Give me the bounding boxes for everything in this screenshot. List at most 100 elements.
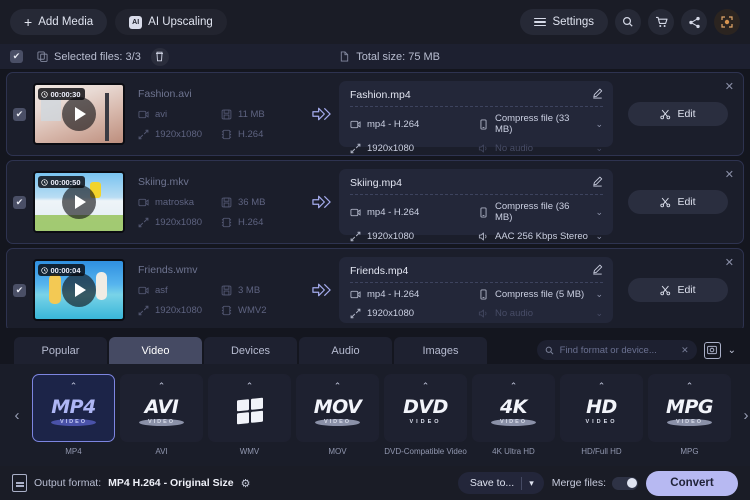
chevron-up-icon[interactable]: ⌃ [422,381,430,392]
format-logo-text: DVD [403,396,448,418]
video-thumbnail[interactable]: 00:00:04 [33,259,125,321]
add-media-button[interactable]: + Add Media [10,9,108,35]
format-card-mp4[interactable]: ⌃ MP4 VIDEO [32,374,115,442]
convert-button[interactable]: Convert [646,470,738,496]
search-input[interactable]: Find format or device... ✕ [536,340,697,360]
source-container: matroska [138,197,221,208]
edit-button[interactable]: Edit [628,278,728,302]
expand-icon[interactable] [714,9,740,35]
table-row[interactable]: ✔ 00:00:04 Friends.wmv asf 3 MB 1920x108… [6,248,744,328]
format-logo-sub: VIDEO [314,418,361,426]
output-audio-select[interactable]: No audio ⌄ [478,143,603,154]
save-icon [221,285,232,296]
cart-icon[interactable] [648,9,674,35]
format-card-4k-ultra-hd[interactable]: ⌃ 4K VIDEO [472,374,555,442]
chevron-down-icon[interactable]: ⌄ [595,119,603,130]
tab-popular[interactable]: Popular [14,337,107,364]
gear-icon[interactable]: ⚙ [241,477,251,490]
rename-icon[interactable] [592,264,603,278]
chevron-up-icon[interactable]: ⌃ [598,381,606,392]
output-card: Friends.mp4 mp4 - H.264 Compress file (5… [339,257,613,323]
select-all-checkbox[interactable]: ✔ [10,50,23,63]
resolution-icon [350,231,361,242]
tab-images[interactable]: Images [394,337,487,364]
chevron-down-icon[interactable]: ⌄ [595,231,603,242]
share-icon[interactable] [681,9,707,35]
carousel-prev-button[interactable]: ‹ [4,407,30,424]
resolution-icon [138,217,149,228]
settings-button[interactable]: Settings [520,9,608,35]
table-row[interactable]: ✔ 00:00:30 Fashion.avi avi 11 MB 1920x10… [6,72,744,156]
merge-files-group[interactable]: Merge files: [552,476,638,490]
row-checkbox[interactable]: ✔ [13,195,26,209]
output-compress-select[interactable]: Compress file (33 MB) ⌄ [478,113,603,135]
save-to-button[interactable]: Save to... ▾ [457,472,544,494]
format-card-hd-full-hd[interactable]: ⌃ HD VIDEO [560,374,643,442]
source-codec: WMV2 [221,305,303,316]
selected-files-bar: ✔ Selected files: 3/3 Total size: 75 MB [0,44,750,70]
row-checkbox[interactable]: ✔ [13,107,26,121]
rename-icon[interactable] [592,176,603,190]
clear-search-icon[interactable]: ✕ [681,345,689,356]
settings-label: Settings [552,16,594,28]
carousel-next-button[interactable]: › [733,407,750,424]
format-card-mpg[interactable]: ⌃ MPG VIDEO [648,374,731,442]
output-audio-select[interactable]: AAC 256 Kbps Stereo ⌄ [478,231,603,242]
chevron-down-icon[interactable]: ⌄ [728,345,736,356]
merge-files-toggle[interactable] [612,476,638,490]
file-list: ✔ 00:00:30 Fashion.avi avi 11 MB 1920x10… [0,70,750,328]
duration-badge: 00:00:50 [38,176,85,188]
output-compress-select[interactable]: Compress file (5 MB) ⌄ [478,289,603,300]
delete-selected-button[interactable] [150,47,169,66]
chevron-down-icon[interactable]: ⌄ [595,143,603,154]
scissors-icon [660,197,671,207]
play-icon[interactable] [62,97,96,131]
output-audio-select[interactable]: No audio ⌄ [478,308,603,319]
edit-button[interactable]: Edit [628,102,728,126]
clock-icon [41,178,48,186]
ai-upscaling-button[interactable]: AI AI Upscaling [115,9,227,35]
play-icon[interactable] [62,185,96,219]
output-format-group[interactable]: Output format: MP4 H.264 - Original Size… [12,474,250,492]
tab-devices[interactable]: Devices [204,337,297,364]
chevron-up-icon[interactable]: ⌃ [70,381,78,392]
video-thumbnail[interactable]: 00:00:30 [33,83,125,145]
table-row[interactable]: ✔ 00:00:50 Skiing.mkv matroska 36 MB 192… [6,160,744,244]
format-card-mov[interactable]: ⌃ MOV VIDEO [296,374,379,442]
edit-button[interactable]: Edit [628,190,728,214]
chevron-up-icon[interactable]: ⌃ [246,381,254,392]
format-card-wmv[interactable]: ⌃ [208,374,291,442]
row-checkbox[interactable]: ✔ [13,283,26,297]
remove-file-icon[interactable]: ✕ [725,256,734,269]
chevron-up-icon[interactable]: ⌃ [158,381,166,392]
format-card-label: MPG [680,447,699,456]
output-compress-select[interactable]: Compress file (36 MB) ⌄ [478,201,603,223]
rename-icon[interactable] [592,88,603,102]
clock-icon [41,90,48,98]
tab-video[interactable]: Video [109,337,202,364]
output-card: Fashion.mp4 mp4 - H.264 Compress file (3… [339,81,613,154]
resolution-icon [350,143,361,154]
source-size: 3 MB [221,285,303,296]
browse-formats-icon[interactable] [703,341,721,359]
tab-audio[interactable]: Audio [299,337,392,364]
save-to-chevron-down-icon[interactable]: ▾ [529,478,540,489]
remove-file-icon[interactable]: ✕ [725,168,734,181]
remove-file-icon[interactable]: ✕ [725,80,734,93]
chevron-up-icon[interactable]: ⌃ [510,381,518,392]
play-icon[interactable] [62,273,96,307]
format-logo-text: AVI [144,395,179,418]
ai-icon: AI [129,15,143,29]
search-icon[interactable] [615,9,641,35]
format-card-dvd-compatible-video[interactable]: ⌃ DVD VIDEO [384,374,467,442]
source-meta-grid: avi 11 MB 1920x1080 H.264 [138,109,303,140]
chevron-down-icon[interactable]: ⌄ [595,207,603,218]
chevron-up-icon[interactable]: ⌃ [686,381,694,392]
chevron-down-icon[interactable]: ⌄ [595,308,603,319]
output-name-row: Friends.mp4 [350,264,603,283]
conversion-arrow [303,282,339,298]
video-thumbnail[interactable]: 00:00:50 [33,171,125,233]
chevron-up-icon[interactable]: ⌃ [334,381,342,392]
format-card-avi[interactable]: ⌃ AVI VIDEO [120,374,203,442]
chevron-down-icon[interactable]: ⌄ [595,289,603,300]
